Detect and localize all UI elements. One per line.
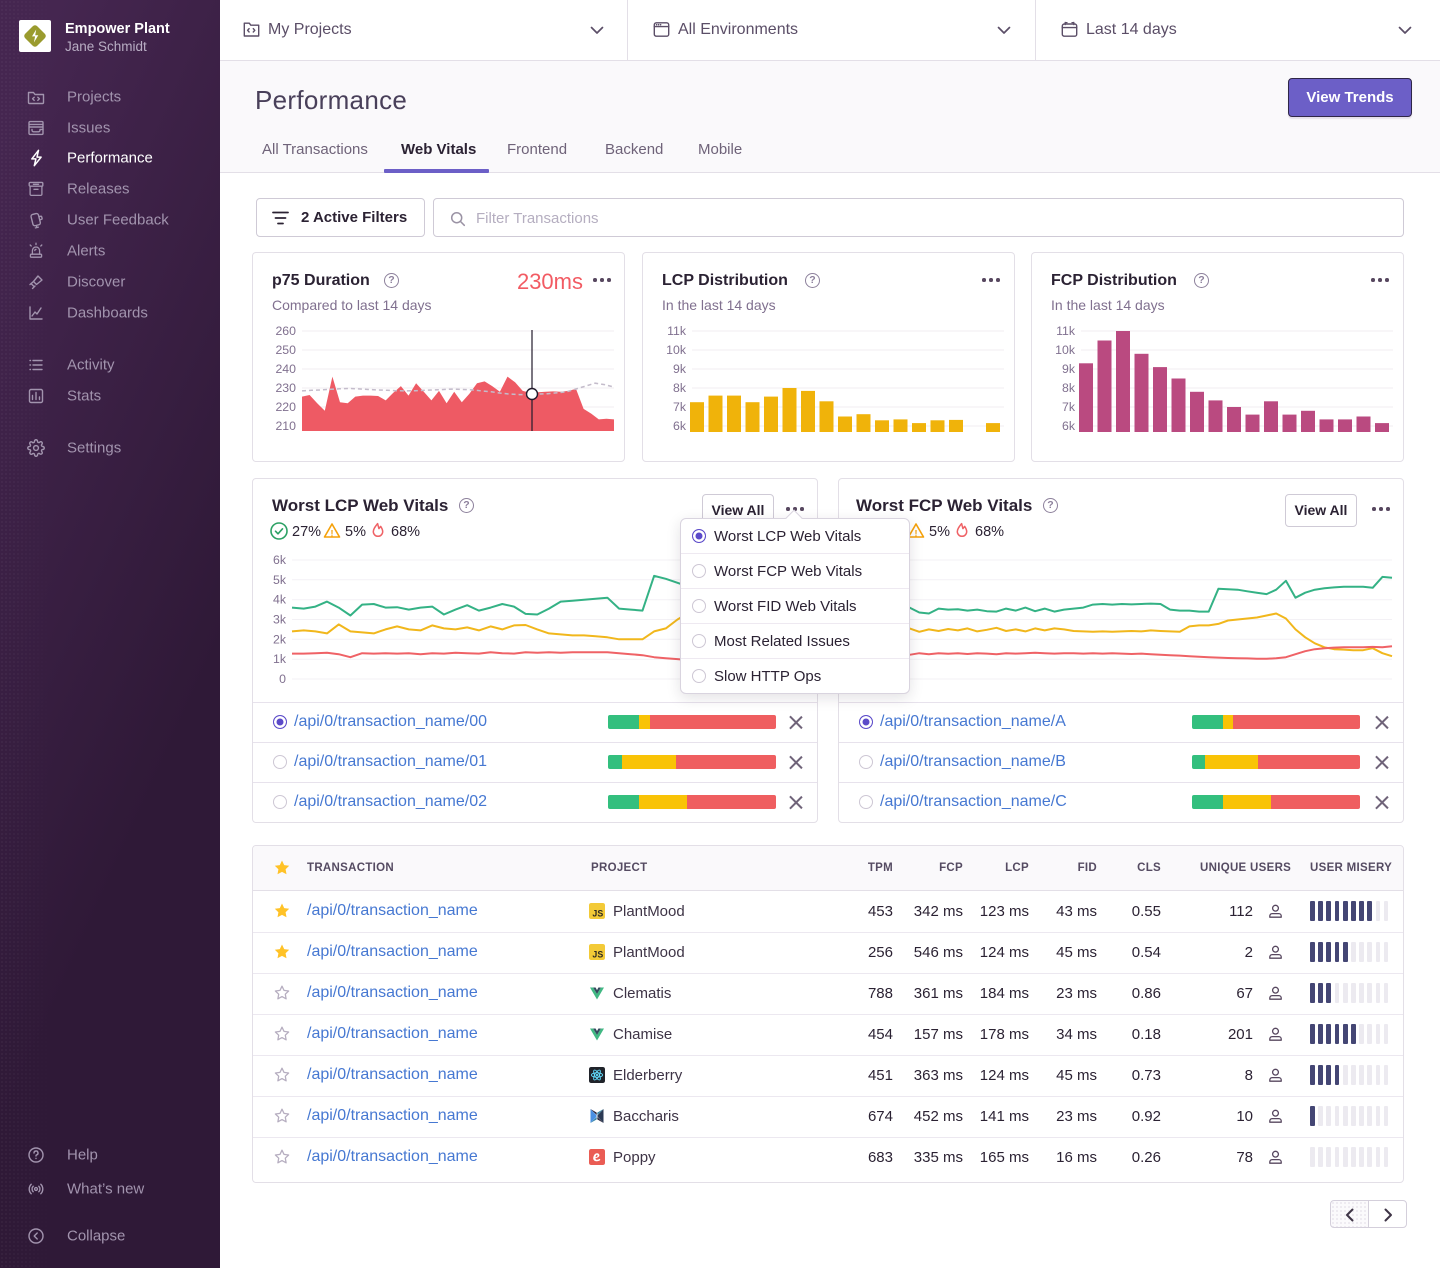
svg-text:8k: 8k xyxy=(1062,381,1076,395)
svg-text:!: ! xyxy=(915,529,918,539)
svg-text:10k: 10k xyxy=(1055,343,1076,357)
svg-text:10k: 10k xyxy=(666,343,687,357)
svg-text:68%: 68% xyxy=(975,524,1004,540)
svg-text:220: 220 xyxy=(275,400,296,414)
svg-text:210: 210 xyxy=(275,419,296,433)
svg-text:230: 230 xyxy=(275,381,296,395)
svg-text:0: 0 xyxy=(279,672,286,686)
svg-text:9k: 9k xyxy=(1062,362,1076,376)
svg-text:260: 260 xyxy=(275,324,296,338)
svg-text:4k: 4k xyxy=(273,593,287,607)
svg-text:11k: 11k xyxy=(667,324,687,338)
svg-text:250: 250 xyxy=(275,343,296,357)
svg-text:6k: 6k xyxy=(273,553,287,567)
svg-text:2k: 2k xyxy=(273,632,287,646)
svg-text:!: ! xyxy=(331,529,334,539)
svg-text:27%: 27% xyxy=(292,524,321,540)
svg-text:68%: 68% xyxy=(391,524,420,540)
svg-text:5%: 5% xyxy=(929,524,950,540)
svg-text:9k: 9k xyxy=(673,362,687,376)
svg-text:11k: 11k xyxy=(1056,324,1076,338)
svg-text:3k: 3k xyxy=(273,613,287,627)
svg-text:7k: 7k xyxy=(673,400,687,414)
svg-text:5%: 5% xyxy=(345,524,366,540)
svg-text:6k: 6k xyxy=(673,419,687,433)
svg-text:1k: 1k xyxy=(273,652,287,666)
svg-text:6k: 6k xyxy=(1062,419,1076,433)
svg-text:5k: 5k xyxy=(273,573,287,587)
svg-text:7k: 7k xyxy=(1062,400,1076,414)
svg-text:240: 240 xyxy=(275,362,296,376)
svg-text:8k: 8k xyxy=(673,381,687,395)
